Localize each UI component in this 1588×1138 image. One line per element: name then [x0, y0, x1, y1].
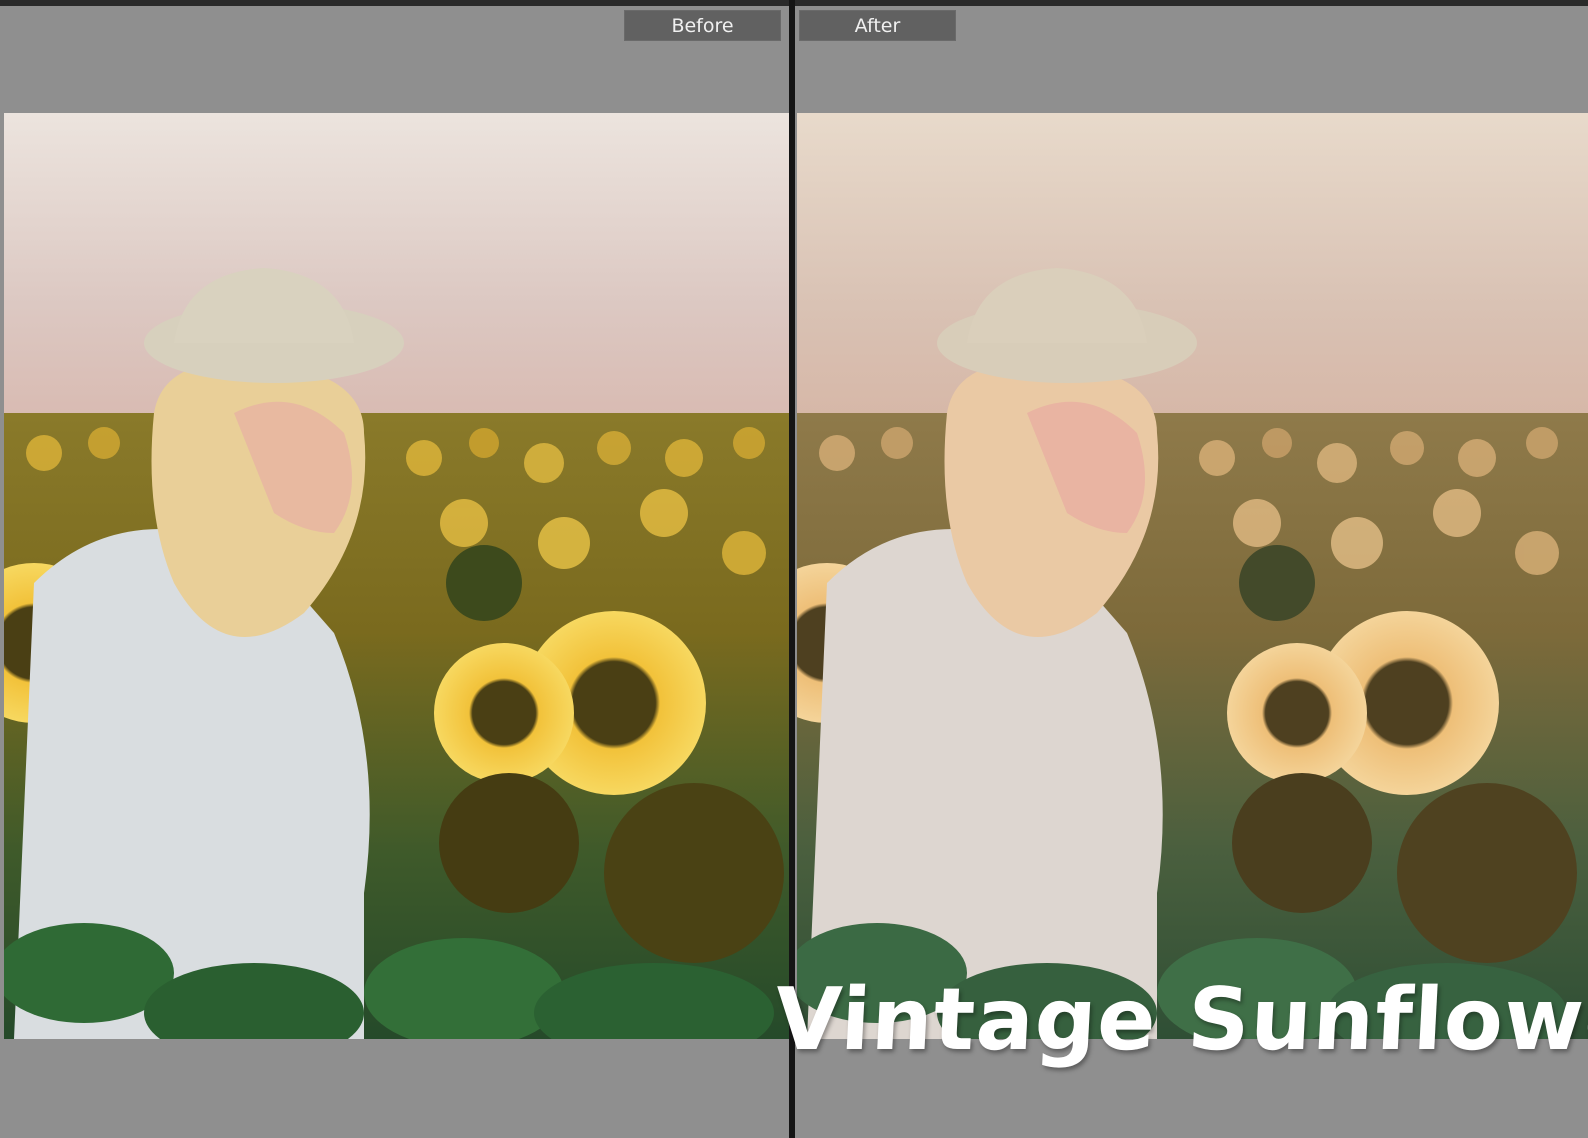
before-label[interactable]: Before	[624, 10, 781, 41]
after-photo	[797, 113, 1588, 1039]
watermark-title: Vintage Sunflower	[772, 970, 1588, 1070]
sky	[4, 113, 789, 433]
sky	[797, 113, 1588, 433]
before-photo	[4, 113, 789, 1039]
before-pane: Before	[0, 6, 789, 1138]
after-label[interactable]: After	[799, 10, 956, 41]
after-photo-scene	[797, 113, 1588, 1039]
after-pane: After	[795, 6, 1588, 1138]
before-photo-scene	[4, 113, 789, 1039]
